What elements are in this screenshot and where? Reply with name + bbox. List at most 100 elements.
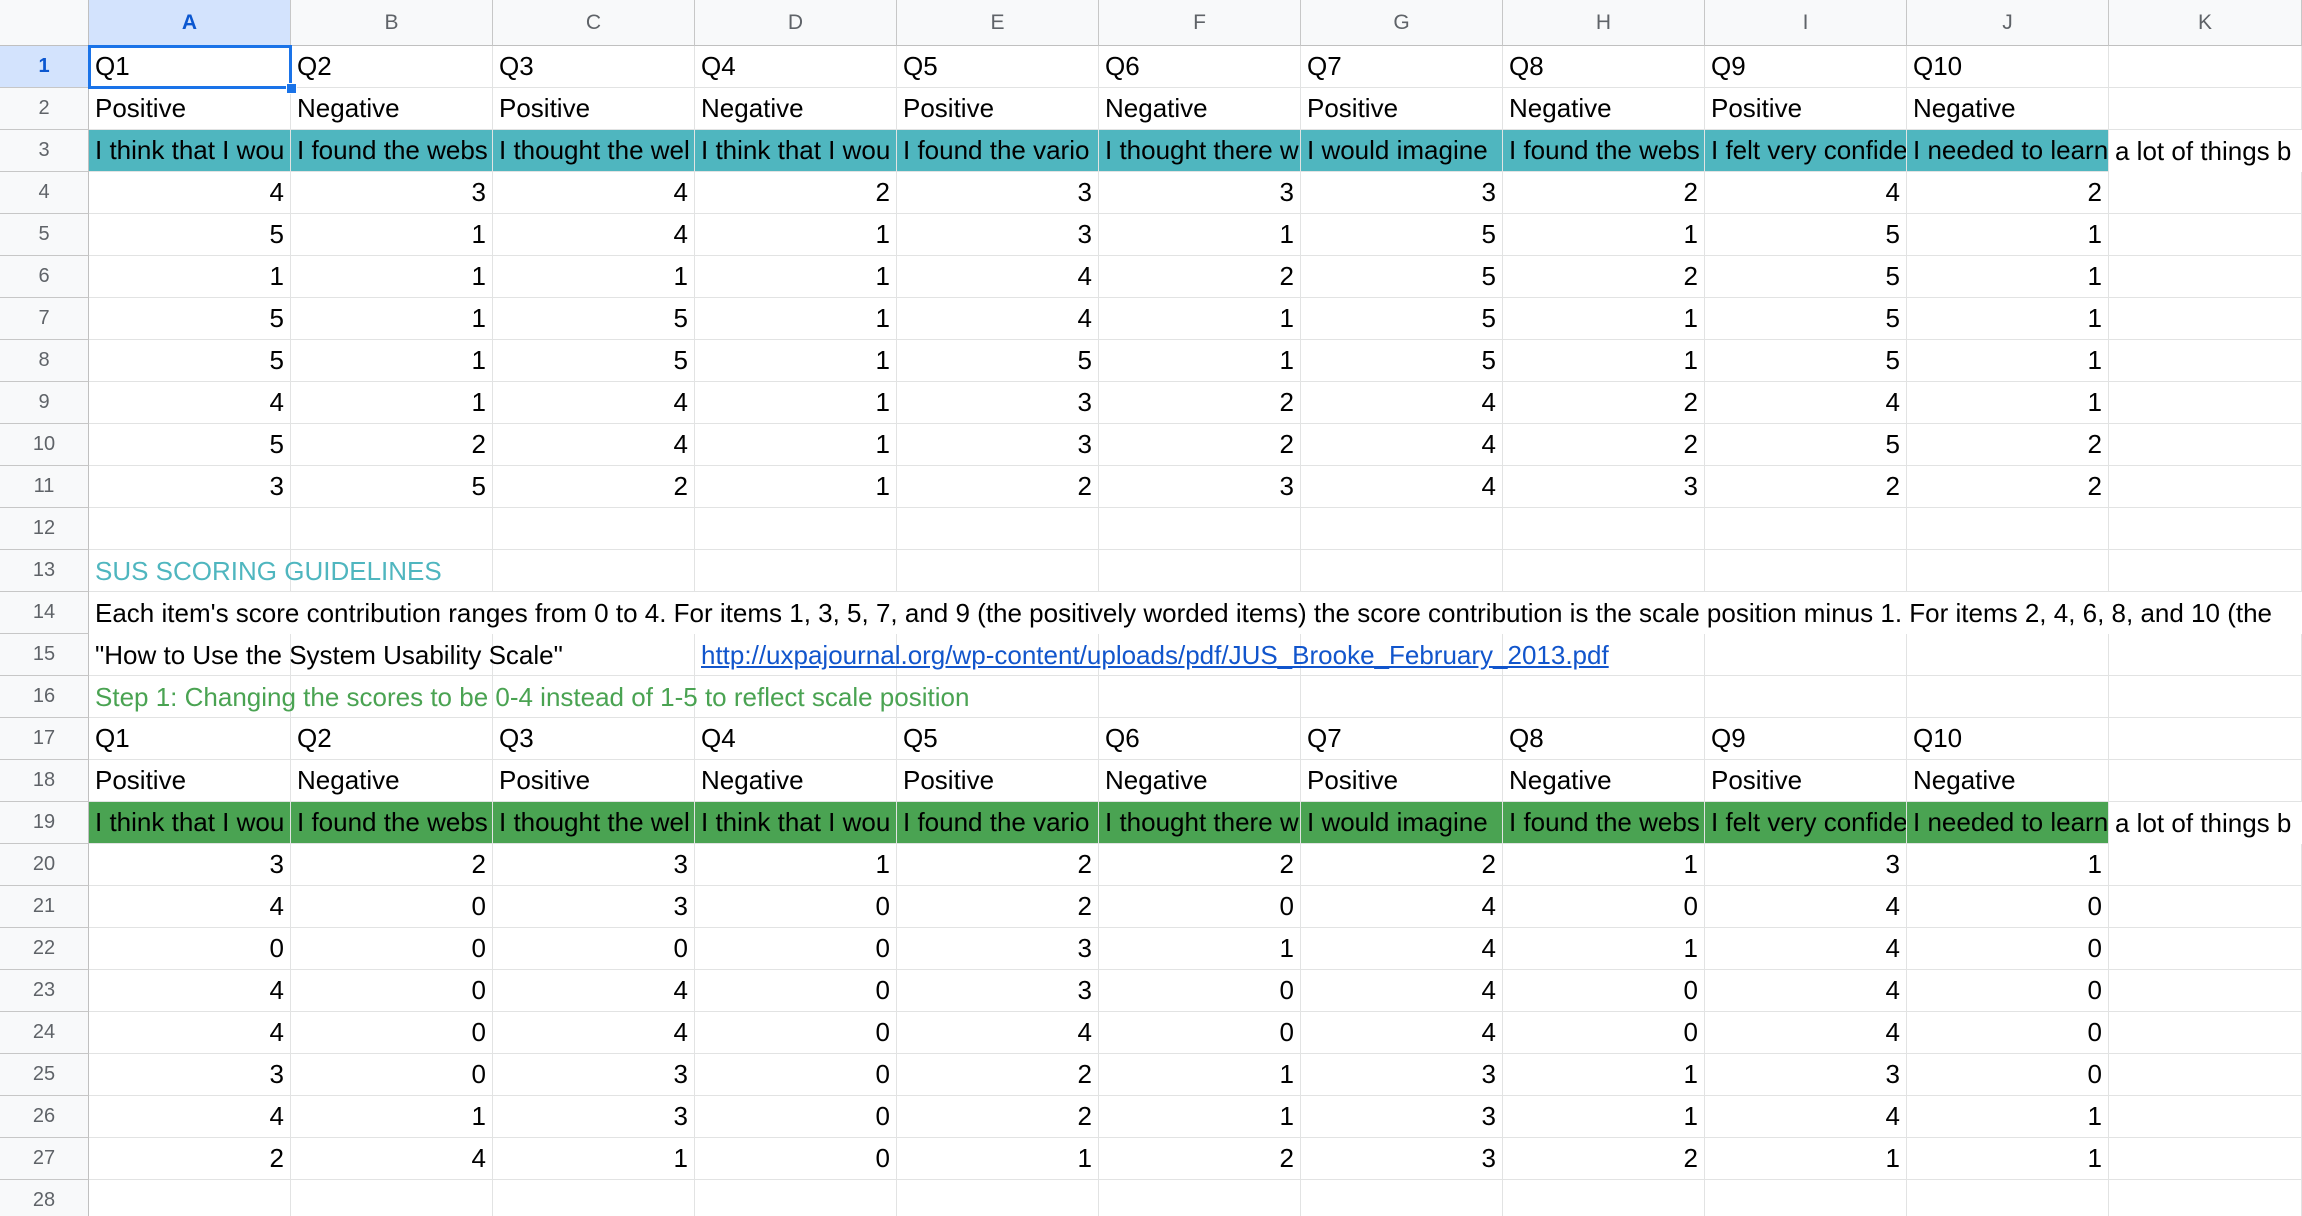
row-header-20[interactable]: 20 (0, 844, 89, 886)
column-header-j[interactable]: J (1907, 0, 2109, 46)
row-header-7[interactable]: 7 (0, 298, 89, 340)
value-cell[interactable]: 0 (695, 970, 897, 1012)
value-cell[interactable]: 5 (1301, 340, 1503, 382)
value-cell[interactable]: 3 (291, 172, 493, 214)
value-cell[interactable]: 1 (1099, 1096, 1301, 1138)
value-cell[interactable]: 2 (695, 172, 897, 214)
question-header-cell[interactable]: Q4 (695, 718, 897, 760)
value-cell[interactable]: 1 (1907, 382, 2109, 424)
question-header-cell[interactable]: Q8 (1503, 718, 1705, 760)
value-cell[interactable]: 0 (291, 970, 493, 1012)
value-cell[interactable]: 1 (1099, 928, 1301, 970)
row-header-15[interactable]: 15 (0, 634, 89, 676)
value-cell[interactable]: 2 (1099, 424, 1301, 466)
cell[interactable] (897, 508, 1099, 550)
row-header-17[interactable]: 17 (0, 718, 89, 760)
value-cell[interactable]: 5 (1301, 256, 1503, 298)
value-cell[interactable]: 4 (1705, 1096, 1907, 1138)
value-cell[interactable]: 3 (89, 466, 291, 508)
value-cell[interactable]: 3 (897, 214, 1099, 256)
value-cell[interactable]: 2 (291, 844, 493, 886)
value-cell[interactable]: 4 (897, 256, 1099, 298)
statement-cell[interactable]: I thought the wel (493, 130, 695, 172)
cell[interactable] (2109, 844, 2302, 886)
value-cell[interactable]: 4 (493, 970, 695, 1012)
value-cell[interactable]: 4 (493, 214, 695, 256)
value-cell[interactable]: 5 (1705, 298, 1907, 340)
cell[interactable] (493, 1180, 695, 1216)
cell[interactable] (897, 550, 1099, 592)
column-header-a[interactable]: A (89, 0, 291, 46)
cell[interactable] (1099, 508, 1301, 550)
question-header-cell[interactable]: Q7 (1301, 46, 1503, 88)
value-cell[interactable]: 3 (89, 844, 291, 886)
value-cell[interactable]: 1 (1503, 928, 1705, 970)
row-header-28[interactable]: 28 (0, 1180, 89, 1216)
column-header-g[interactable]: G (1301, 0, 1503, 46)
statement-cell[interactable]: I found the vario (897, 802, 1099, 844)
cell[interactable] (2109, 1096, 2302, 1138)
statement-cell[interactable]: I think that I wou (695, 802, 897, 844)
cell[interactable] (1503, 676, 1705, 718)
cell[interactable] (2109, 424, 2302, 466)
value-cell[interactable]: 2 (1503, 1138, 1705, 1180)
cell[interactable] (2109, 298, 2302, 340)
row-header-14[interactable]: 14 (0, 592, 89, 634)
value-cell[interactable]: 4 (89, 886, 291, 928)
value-cell[interactable]: 2 (291, 424, 493, 466)
value-cell[interactable]: 1 (1705, 1138, 1907, 1180)
select-all-corner[interactable] (0, 0, 89, 46)
cell[interactable] (1705, 1180, 1907, 1216)
question-header-cell[interactable]: Q10 (1907, 46, 2109, 88)
value-cell[interactable]: 1 (1907, 340, 2109, 382)
polarity-cell[interactable]: Negative (1907, 88, 2109, 130)
row-header-25[interactable]: 25 (0, 1054, 89, 1096)
value-cell[interactable]: 1 (1907, 1138, 2109, 1180)
value-cell[interactable]: 5 (89, 298, 291, 340)
value-cell[interactable]: 4 (493, 382, 695, 424)
row-header-23[interactable]: 23 (0, 970, 89, 1012)
value-cell[interactable]: 0 (1907, 1012, 2109, 1054)
polarity-cell[interactable]: Positive (897, 760, 1099, 802)
cell[interactable] (2109, 466, 2302, 508)
cell[interactable] (1705, 508, 1907, 550)
value-cell[interactable]: 0 (695, 1138, 897, 1180)
value-cell[interactable]: 3 (1301, 1096, 1503, 1138)
cell[interactable] (2109, 88, 2302, 130)
value-cell[interactable]: 0 (1099, 970, 1301, 1012)
cell[interactable] (1705, 676, 1907, 718)
value-cell[interactable]: 1 (695, 844, 897, 886)
statement-cell[interactable]: I felt very confide (1705, 130, 1907, 172)
cell[interactable] (1301, 1180, 1503, 1216)
cell[interactable] (2109, 46, 2302, 88)
value-cell[interactable]: 2 (897, 844, 1099, 886)
cell[interactable] (2109, 928, 2302, 970)
row-header-4[interactable]: 4 (0, 172, 89, 214)
row-header-9[interactable]: 9 (0, 382, 89, 424)
statement-cell[interactable]: I thought there w (1099, 130, 1301, 172)
value-cell[interactable]: 5 (1705, 424, 1907, 466)
value-cell[interactable]: 3 (897, 928, 1099, 970)
polarity-cell[interactable]: Positive (1705, 760, 1907, 802)
value-cell[interactable]: 1 (291, 340, 493, 382)
value-cell[interactable]: 4 (897, 1012, 1099, 1054)
value-cell[interactable]: 3 (897, 424, 1099, 466)
cell[interactable] (493, 550, 695, 592)
value-cell[interactable]: 1 (695, 382, 897, 424)
cell[interactable] (2109, 550, 2302, 592)
cell[interactable] (1503, 550, 1705, 592)
value-cell[interactable]: 4 (1705, 382, 1907, 424)
cell[interactable] (89, 508, 291, 550)
value-cell[interactable]: 5 (89, 424, 291, 466)
statement-cell[interactable]: I think that I wou (89, 802, 291, 844)
polarity-cell[interactable]: Negative (695, 760, 897, 802)
value-cell[interactable]: 1 (897, 1138, 1099, 1180)
row-header-6[interactable]: 6 (0, 256, 89, 298)
cell[interactable] (1907, 550, 2109, 592)
polarity-cell[interactable]: Negative (695, 88, 897, 130)
cell[interactable] (1503, 1180, 1705, 1216)
statement-cell[interactable]: I found the webs (291, 130, 493, 172)
polarity-cell[interactable]: Negative (1503, 88, 1705, 130)
value-cell[interactable]: 2 (897, 1054, 1099, 1096)
column-header-f[interactable]: F (1099, 0, 1301, 46)
